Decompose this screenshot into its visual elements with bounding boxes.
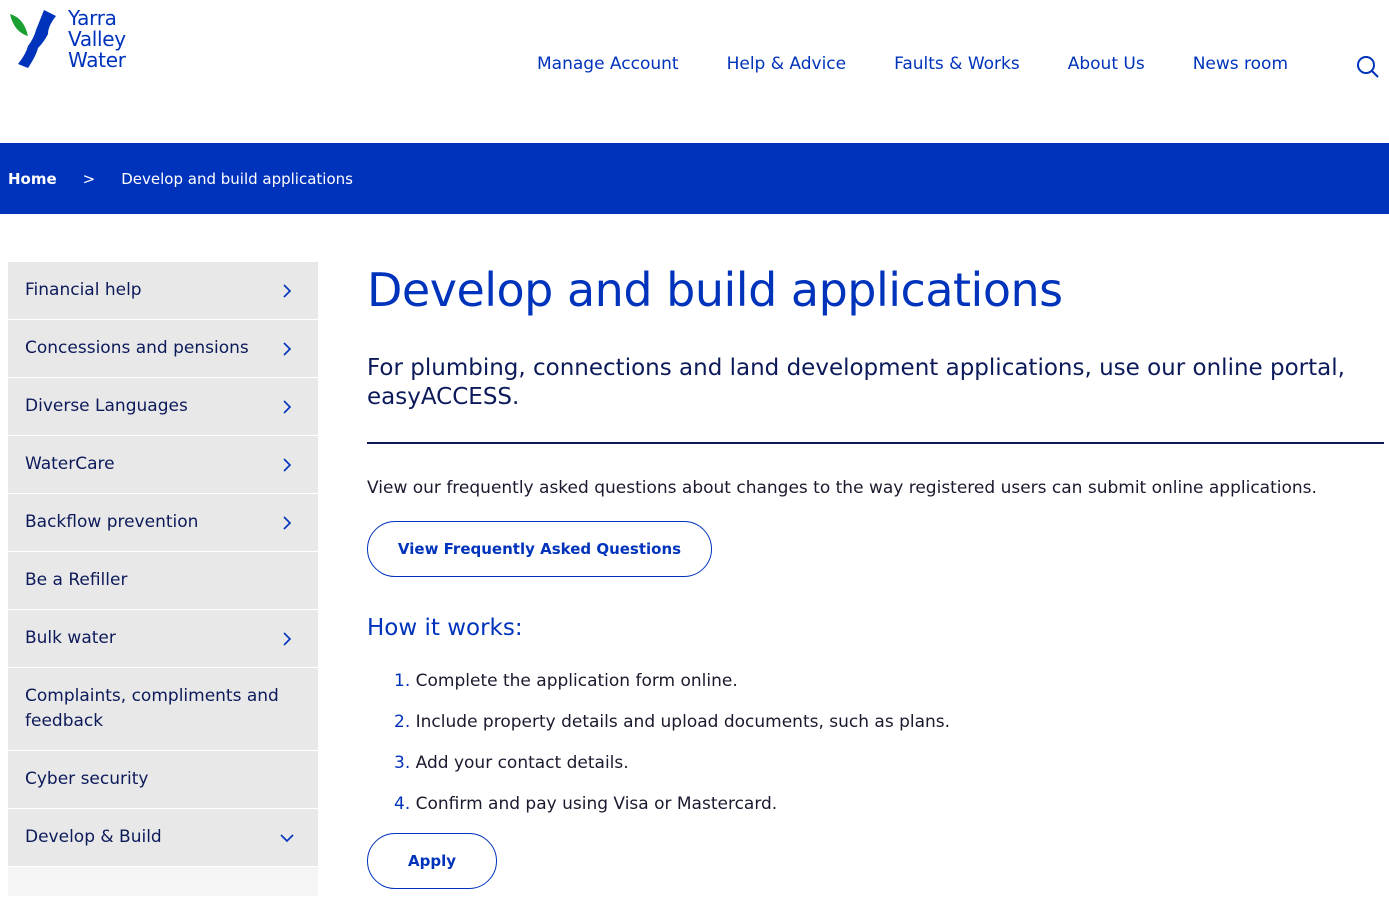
chevron-right-icon (283, 631, 292, 646)
page-title: Develop and build applications (367, 263, 1063, 317)
sidebar-item[interactable]: WaterCare (8, 436, 318, 494)
how-it-works-heading: How it works: (367, 615, 523, 641)
step-number: 4. (394, 794, 411, 814)
step-text: Include property details and upload docu… (415, 712, 951, 732)
step-item: 2. Include property details and upload d… (394, 712, 1384, 753)
logo-line: Valley (68, 27, 126, 51)
chevron-right-icon (283, 399, 292, 414)
chevron-right-icon (283, 457, 292, 472)
breadcrumb-separator: > (82, 169, 96, 188)
sidebar-item-label: Complaints, compliments and feedback (25, 686, 279, 731)
chevron-right-icon (283, 341, 292, 356)
step-number: 1. (394, 671, 411, 691)
apply-button[interactable]: Apply (367, 833, 497, 889)
sidebar-item-label: Concessions and pensions (25, 338, 249, 358)
step-item: 1. Complete the application form online. (394, 671, 1384, 712)
chevron-right-icon (283, 283, 292, 298)
sidebar-item[interactable]: Be a Refiller (8, 552, 318, 610)
step-number: 3. (394, 753, 411, 773)
sidebar-item[interactable]: Backflow prevention (8, 494, 318, 552)
main-content: Develop and build applications For plumb… (367, 262, 1384, 889)
breadcrumb-home[interactable]: Home (8, 170, 57, 188)
sidebar: Financial help Concessions and pensions Di… (8, 262, 318, 897)
main-nav: Manage Account Help & Advice Faults & Wo… (537, 54, 1336, 74)
sidebar-item[interactable]: Financial help (8, 262, 318, 320)
lead-text: For plumbing, connections and land devel… (367, 355, 1345, 410)
sidebar-item[interactable] (8, 867, 318, 897)
sidebar-item[interactable]: Cyber security (8, 751, 318, 809)
sidebar-item-label: Develop & Build (25, 827, 162, 847)
divider (367, 442, 1384, 444)
breadcrumb-current: Develop and build applications (121, 169, 353, 188)
steps-list: 1. Complete the application form online.… (367, 671, 1384, 835)
logo-line: Yarra (68, 6, 117, 30)
sidebar-item-label: WaterCare (25, 454, 115, 474)
breadcrumb: Home > Develop and build applications (0, 143, 1389, 214)
faq-text: View our frequently asked questions abou… (367, 478, 1317, 498)
sidebar-item[interactable]: Bulk water (8, 610, 318, 668)
sidebar-item-label: Diverse Languages (25, 396, 188, 416)
step-text: Add your contact details. (415, 753, 629, 773)
sidebar-item-label: Cyber security (25, 769, 149, 789)
sidebar-item[interactable]: Diverse Languages (8, 378, 318, 436)
sidebar-item-label: Be a Refiller (25, 570, 128, 590)
nav-help-advice[interactable]: Help & Advice (727, 54, 847, 74)
chevron-right-icon (283, 515, 292, 530)
logo[interactable]: Yarra Valley Water (8, 8, 126, 71)
step-item: 4. Confirm and pay using Visa or Masterc… (394, 794, 1384, 835)
step-text: Complete the application form online. (415, 671, 738, 691)
step-item: 3. Add your contact details. (394, 753, 1384, 794)
sidebar-item[interactable]: Complaints, compliments and feedback (8, 668, 318, 751)
sidebar-item-label: Backflow prevention (25, 512, 199, 532)
sidebar-item[interactable]: Concessions and pensions (8, 320, 318, 378)
sidebar-item-label: Financial help (25, 280, 142, 300)
step-text: Confirm and pay using Visa or Mastercard… (415, 794, 778, 814)
sidebar-item-label: Bulk water (25, 628, 116, 648)
sidebar-item[interactable]: Develop & Build (8, 809, 318, 867)
nav-manage-account[interactable]: Manage Account (537, 54, 679, 74)
nav-faults-works[interactable]: Faults & Works (894, 54, 1020, 74)
logo-line: Water (68, 48, 126, 72)
search-icon[interactable] (1356, 55, 1380, 79)
chevron-down-icon (280, 833, 294, 842)
faq-button[interactable]: View Frequently Asked Questions (367, 521, 712, 577)
step-number: 2. (394, 712, 411, 732)
nav-about-us[interactable]: About Us (1068, 54, 1145, 74)
logo-mark-icon (10, 10, 56, 68)
nav-news-room[interactable]: News room (1193, 54, 1288, 74)
